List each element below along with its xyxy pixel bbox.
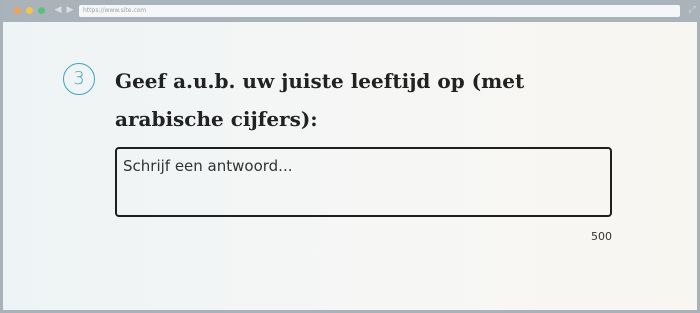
answer-input[interactable]: [115, 147, 612, 217]
fullscreen-icon[interactable]: ⤢: [687, 5, 697, 16]
question-number-badge: 3: [63, 63, 95, 95]
minimize-window-icon[interactable]: [26, 7, 33, 14]
close-window-icon[interactable]: [14, 7, 21, 14]
back-arrow-icon[interactable]: ◀: [53, 5, 63, 16]
browser-window: ◀ ▶ https://www.site.com ⤢ 3 Geef a.u.b.…: [0, 0, 700, 313]
forward-arrow-icon[interactable]: ▶: [65, 5, 75, 16]
character-limit-counter: 500: [591, 230, 612, 243]
address-bar-url: https://www.site.com: [83, 7, 147, 14]
maximize-window-icon[interactable]: [38, 7, 45, 14]
address-bar[interactable]: https://www.site.com: [79, 5, 680, 17]
question-title: Geef a.u.b. uw juiste leeftijd op (met a…: [115, 69, 525, 131]
browser-titlebar: ◀ ▶ https://www.site.com ⤢: [3, 0, 700, 22]
